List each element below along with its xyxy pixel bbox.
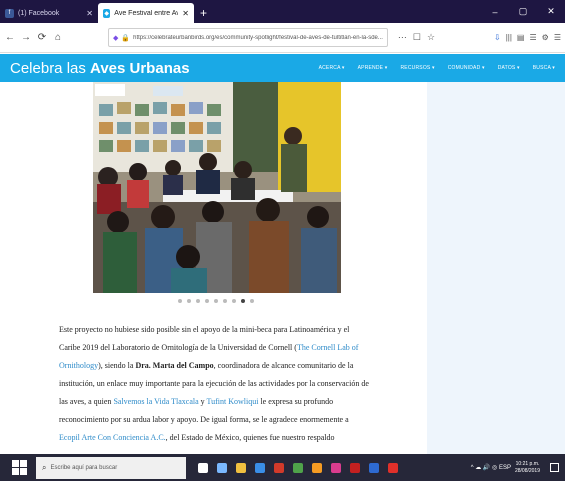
hamburger-menu-icon[interactable]: ☰ <box>554 33 561 42</box>
forward-button[interactable]: → <box>20 32 32 43</box>
back-button[interactable]: ← <box>4 32 16 43</box>
reader-view-icon[interactable]: ▤ <box>517 33 525 42</box>
taskbar-apps <box>198 462 398 473</box>
clock-time: 10:21 p.m. <box>515 460 540 467</box>
library-icon[interactable]: ||| <box>506 33 512 42</box>
search-icon: ⌕ <box>42 462 47 472</box>
carousel-dot[interactable] <box>178 299 182 303</box>
bookmark-star-icon[interactable]: ☆ <box>427 32 435 43</box>
browser-tab-bar: f (1) Facebook ✕ ◆ Ave Festival entre Av… <box>0 0 565 23</box>
facebook-icon: f <box>5 8 14 18</box>
carousel-dot[interactable] <box>196 299 200 303</box>
notification-icon[interactable] <box>550 463 559 472</box>
tab-title: Ave Festival entre Aves y Belleza <box>114 9 179 17</box>
tray-icons[interactable]: ^ ☁ 🔊 ◎ ESP <box>471 464 511 471</box>
tab-active[interactable]: ◆ Ave Festival entre Aves y Belleza ✕ <box>98 3 194 23</box>
carousel-dot[interactable] <box>187 299 191 303</box>
bird-icon: ◆ <box>103 8 111 18</box>
article-text: Este proyecto no hubiese sido posible si… <box>59 321 370 447</box>
site-logo[interactable]: Celebra las Aves Urbanas <box>10 60 190 77</box>
browser-toolbar: ← → ⟳ ⌂ ◆ 🔒 https://celebrateurbanbirds.… <box>0 23 565 53</box>
window-controls: – ▢ ✕ <box>481 0 565 23</box>
taskbar-app-icon[interactable] <box>217 462 227 473</box>
carousel-dots <box>178 299 254 303</box>
close-window-button[interactable]: ✕ <box>537 6 565 17</box>
taskbar-app-icon[interactable] <box>198 462 208 473</box>
maximize-button[interactable]: ▢ <box>509 6 537 17</box>
search-placeholder: Escribe aquí para buscar <box>50 464 118 471</box>
browser-tools: ⇩ ||| ▤ ☰ ⚙ ☰ <box>494 33 561 42</box>
carousel-dot[interactable] <box>241 299 245 303</box>
new-tab-button[interactable]: + <box>194 3 213 23</box>
home-button[interactable]: ⌂ <box>52 32 64 43</box>
menu-recursos[interactable]: RECURSOS ▾ <box>401 65 435 71</box>
carousel-dot[interactable] <box>223 299 227 303</box>
address-bar[interactable]: ◆ 🔒 https://celebrateurbanbirds.org/es/c… <box>108 28 388 47</box>
taskbar-app-icon[interactable] <box>331 462 341 473</box>
link-ecopil[interactable]: Ecopil Arte Con Conciencia A.C. <box>59 433 166 442</box>
url-text[interactable]: https://celebrateurbanbirds.org/es/commu… <box>133 35 383 41</box>
pocket-icon[interactable]: ☐ <box>413 32 421 43</box>
event-photo <box>93 82 341 293</box>
main-menu: ACERCA ▾ APRENDE ▾ RECURSOS ▾ COMUNIDAD … <box>319 65 555 71</box>
close-tab-icon[interactable]: ✕ <box>86 9 93 18</box>
minimize-button[interactable]: – <box>481 7 509 17</box>
taskbar-app-icon[interactable] <box>255 462 265 473</box>
taskbar-app-icon[interactable] <box>350 462 360 473</box>
clock-date: 28/08/2019 <box>514 467 540 474</box>
reload-button[interactable]: ⟳ <box>36 32 48 43</box>
carousel-dot[interactable] <box>250 299 254 303</box>
sidebar <box>427 82 565 454</box>
clock[interactable]: 10:21 p.m. 28/08/2019 <box>515 461 540 475</box>
menu-aprende[interactable]: APRENDE ▾ <box>358 65 388 71</box>
menu-datos[interactable]: DATOS ▾ <box>498 65 520 71</box>
taskbar-app-icon[interactable] <box>312 462 322 473</box>
taskbar-app-icon[interactable] <box>388 462 398 473</box>
url-actions: ⋯ ☐ ☆ <box>398 32 435 43</box>
link-salvemos[interactable]: Salvemos la Vida Tlaxcala <box>113 397 198 406</box>
windows-start-icon[interactable] <box>10 459 28 477</box>
article-text-part: , del Estado de México, quienes fue nues… <box>165 433 335 442</box>
settings-icon[interactable]: ⚙ <box>542 33 549 42</box>
menu-busca[interactable]: BUSCA ▾ <box>533 65 555 71</box>
person-name: Dra. Marta del Campo <box>135 361 214 370</box>
carousel-dot[interactable] <box>214 299 218 303</box>
taskbar-app-icon[interactable] <box>369 462 379 473</box>
taskbar-app-icon[interactable] <box>274 462 284 473</box>
carousel-dot[interactable] <box>232 299 236 303</box>
lock-icon: 🔒 <box>121 34 131 42</box>
menu-comunidad[interactable]: COMUNIDAD ▾ <box>448 65 485 71</box>
logo-bold: Aves Urbanas <box>90 59 190 77</box>
taskbar-app-icon[interactable] <box>236 462 246 473</box>
shield-icon: ◆ <box>113 34 119 42</box>
extensions-icon[interactable]: ☰ <box>529 33 536 42</box>
tab-facebook[interactable]: f (1) Facebook ✕ <box>0 3 98 23</box>
taskbar-search-input[interactable]: ⌕ Escribe aquí para buscar <box>36 456 186 479</box>
link-tufint[interactable]: Tufint Kowliqui <box>207 397 259 406</box>
article-text-part: y <box>198 397 207 406</box>
download-icon[interactable]: ⇩ <box>494 33 501 42</box>
site-header: Celebra las Aves Urbanas ACERCA ▾ APREND… <box>0 54 565 82</box>
carousel-dot[interactable] <box>205 299 209 303</box>
page-actions-icon[interactable]: ⋯ <box>398 32 407 43</box>
menu-acerca[interactable]: ACERCA ▾ <box>319 65 345 71</box>
taskbar-app-icon[interactable] <box>293 462 303 473</box>
tab-title: (1) Facebook <box>18 9 60 17</box>
event-photo-illustration <box>93 82 341 293</box>
logo-light: Celebra las <box>10 59 91 77</box>
close-tab-icon[interactable]: ✕ <box>182 9 189 18</box>
system-tray: ^ ☁ 🔊 ◎ ESP 10:21 p.m. 28/08/2019 <box>471 461 559 475</box>
article-text-part: ), siendo la <box>98 361 136 370</box>
windows-taskbar: ⌕ Escribe aquí para buscar ^ ☁ 🔊 ◎ ESP 1… <box>0 454 565 481</box>
